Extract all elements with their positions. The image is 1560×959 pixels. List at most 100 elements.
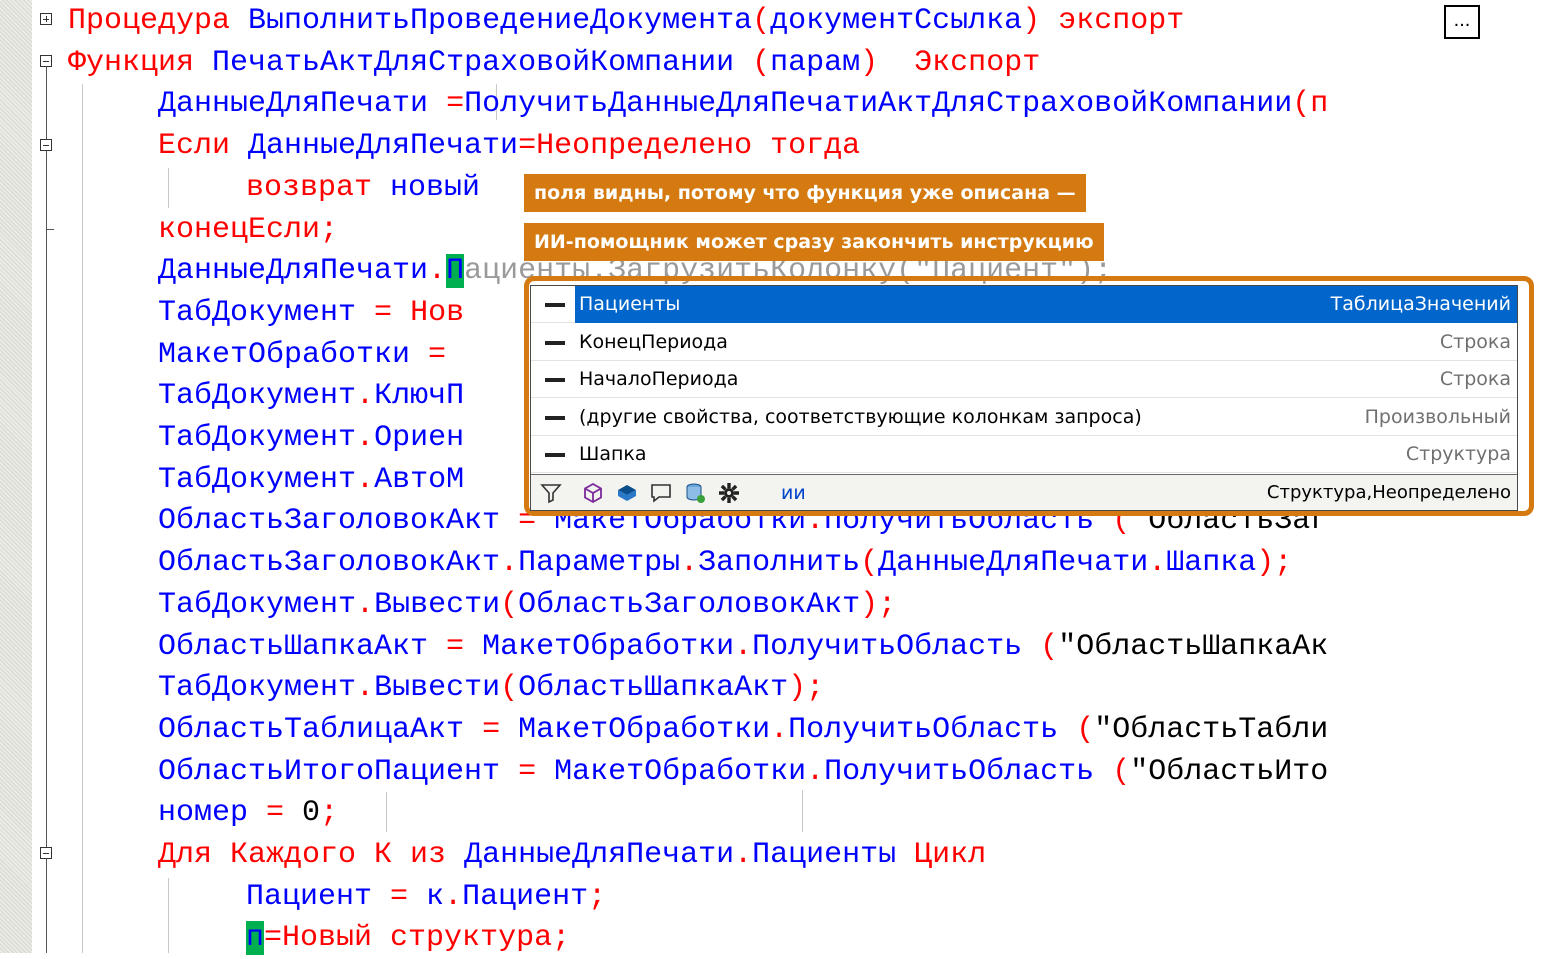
code-token: ТабДокумент: [158, 421, 357, 455]
code-token: Параметры: [518, 546, 681, 581]
fold-line-function: [46, 67, 47, 953]
code-line[interactable]: ОбластьИтогоПациент = МакетОбработки.Пол…: [158, 751, 1328, 793]
autocomplete-item-name: Шапка: [579, 443, 647, 466]
code-token: );: [1256, 546, 1293, 581]
code-line[interactable]: ОбластьЗаголовокАкт.Параметры.Заполнить(…: [158, 542, 1292, 584]
code-line[interactable]: ОбластьТаблицаАкт = МакетОбработки.Получ…: [158, 709, 1328, 751]
autocomplete-item-type: ТаблицаЗначений: [1330, 293, 1511, 315]
code-token: =: [264, 921, 283, 956]
code-token: возврат: [246, 170, 391, 205]
code-token: .: [356, 379, 375, 414]
autocomplete-item[interactable]: Пациенты ТаблицаЗначений: [531, 286, 1517, 323]
code-token: Если: [158, 129, 249, 164]
code-line[interactable]: Пациент = к.Пациент;: [246, 876, 606, 918]
autocomplete-item[interactable]: НачалоПериода Строка: [531, 361, 1517, 399]
code-token: .: [734, 838, 753, 872]
autocomplete-item-type: Произвольный: [1364, 405, 1511, 428]
code-token: Шапка: [1166, 546, 1257, 581]
code-token: Вывести: [374, 587, 501, 622]
code-token: .: [734, 629, 753, 664]
code-line[interactable]: ТабДокумент = Нов: [158, 292, 464, 334]
code-token: ОбластьШапкаАкт: [158, 629, 447, 664]
ellipsis-button[interactable]: ...: [1444, 5, 1480, 39]
code-token: Пациенты: [752, 838, 915, 872]
code-line[interactable]: возврат новый: [246, 167, 480, 209]
code-token: к: [426, 879, 445, 914]
code-token: ДанныеДляПечати: [878, 546, 1149, 581]
property-icon: [545, 378, 565, 383]
code-token: ВыполнитьПроведениеДокумента: [248, 4, 753, 38]
autocomplete-item-type: Строка: [1439, 368, 1511, 391]
code-token: .: [770, 712, 789, 747]
code-token: ПолучитьДанныеДляПечатиАктДляСтраховойКо…: [464, 87, 1293, 122]
code-line[interactable]: ТабДокумент.Ориен: [158, 417, 464, 459]
code-token: ОбластьЗаголовокАкт: [158, 504, 519, 539]
code-line[interactable]: ТабДокумент.Вывести(ОбластьШапкаАкт);: [158, 667, 824, 709]
code-token: (: [752, 45, 771, 80]
annotation-callout-1: поля видны, потому что функция уже описа…: [524, 174, 1086, 212]
text-cursor: П: [446, 254, 465, 289]
autocomplete-item[interactable]: (другие свойства, соответствующие колонк…: [531, 399, 1517, 436]
code-token: Функция: [68, 45, 213, 80]
annotation-callout-2: ИИ-помощник может сразу закончить инстру…: [524, 223, 1104, 261]
code-token: (п: [1292, 87, 1329, 122]
code-line[interactable]: ТабДокумент.АвтоМ: [158, 459, 464, 501]
code-token: ПечатьАктДляСтраховойКомпании: [212, 45, 753, 80]
database-icon[interactable]: [683, 481, 707, 505]
code-token: .: [444, 879, 463, 914]
code-line[interactable]: Для Каждого К из ДанныеДляПечати.Пациент…: [158, 834, 986, 876]
code-token: ;: [320, 212, 339, 247]
code-line[interactable]: МакетОбработки =: [158, 334, 446, 376]
code-token: ;: [552, 921, 571, 956]
autocomplete-item[interactable]: Шапка Структура: [531, 436, 1517, 474]
indent-guide: [82, 84, 83, 953]
ai-assistant-link[interactable]: ии: [781, 475, 806, 511]
property-icon: [545, 340, 565, 345]
fold-collapse-if[interactable]: [40, 139, 52, 151]
code-token: ;: [588, 879, 607, 914]
code-line[interactable]: ТабДокумент.Вывести(ОбластьЗаголовокАкт)…: [158, 584, 896, 626]
box-icon[interactable]: [615, 481, 639, 505]
fold-expand-procedure[interactable]: [40, 13, 52, 25]
editor-gutter: [0, 0, 32, 953]
code-line[interactable]: ТабДокумент.КлючП: [158, 375, 464, 417]
code-token: =: [518, 129, 537, 164]
code-token: =: [390, 879, 427, 914]
code-line[interactable]: Функция ПечатьАктДляСтраховойКомпании (п…: [68, 42, 1040, 84]
code-token: Для Каждого К из: [158, 838, 465, 872]
code-token: (: [500, 587, 519, 622]
code-token: МакетОбработки: [554, 754, 807, 789]
comment-icon[interactable]: [649, 481, 673, 505]
code-token: Нов: [410, 295, 465, 330]
code-token: документСсылка: [770, 4, 1023, 38]
code-line[interactable]: Если ДанныеДляПечати=Неопределено тогда: [158, 125, 860, 167]
property-icon: [545, 453, 565, 458]
fold-collapse-loop[interactable]: [40, 847, 52, 859]
code-token: .: [356, 671, 375, 706]
code-token: ТабДокумент: [158, 295, 375, 330]
indent-guide: [386, 792, 387, 832]
code-token: КлючП: [374, 379, 465, 414]
code-token: .: [356, 462, 375, 497]
property-icon: [545, 415, 565, 420]
code-token: Пациент: [462, 879, 589, 914]
autocomplete-item[interactable]: КонецПериода Строка: [531, 324, 1517, 361]
code-token: (: [752, 4, 771, 38]
code-token: Неопределено тогда: [536, 129, 861, 164]
autocomplete-popup[interactable]: Пациенты ТаблицаЗначений КонецПериода Строк…: [530, 285, 1518, 511]
cube-icon[interactable]: [581, 481, 605, 505]
code-line[interactable]: конецЕсли;: [158, 209, 338, 251]
code-line[interactable]: Процедура ВыполнитьПроведениеДокумента(д…: [68, 0, 1202, 42]
code-token: новый: [390, 170, 481, 205]
code-token: АвтоМ: [374, 462, 465, 497]
code-line[interactable]: ДанныеДляПечати =ПолучитьДанныеДляПечати…: [158, 83, 1328, 125]
code-token: Процедура: [68, 4, 249, 38]
code-token: экспорт: [1040, 4, 1203, 38]
filter-icon[interactable]: [539, 481, 563, 505]
code-line[interactable]: номер = 0;: [158, 792, 338, 834]
code-line[interactable]: ОбластьШапкаАкт = МакетОбработки.Получит…: [158, 626, 1328, 668]
gear-icon[interactable]: [717, 481, 741, 505]
code-token: Цикл: [914, 838, 987, 872]
fold-collapse-function[interactable]: [40, 55, 52, 67]
